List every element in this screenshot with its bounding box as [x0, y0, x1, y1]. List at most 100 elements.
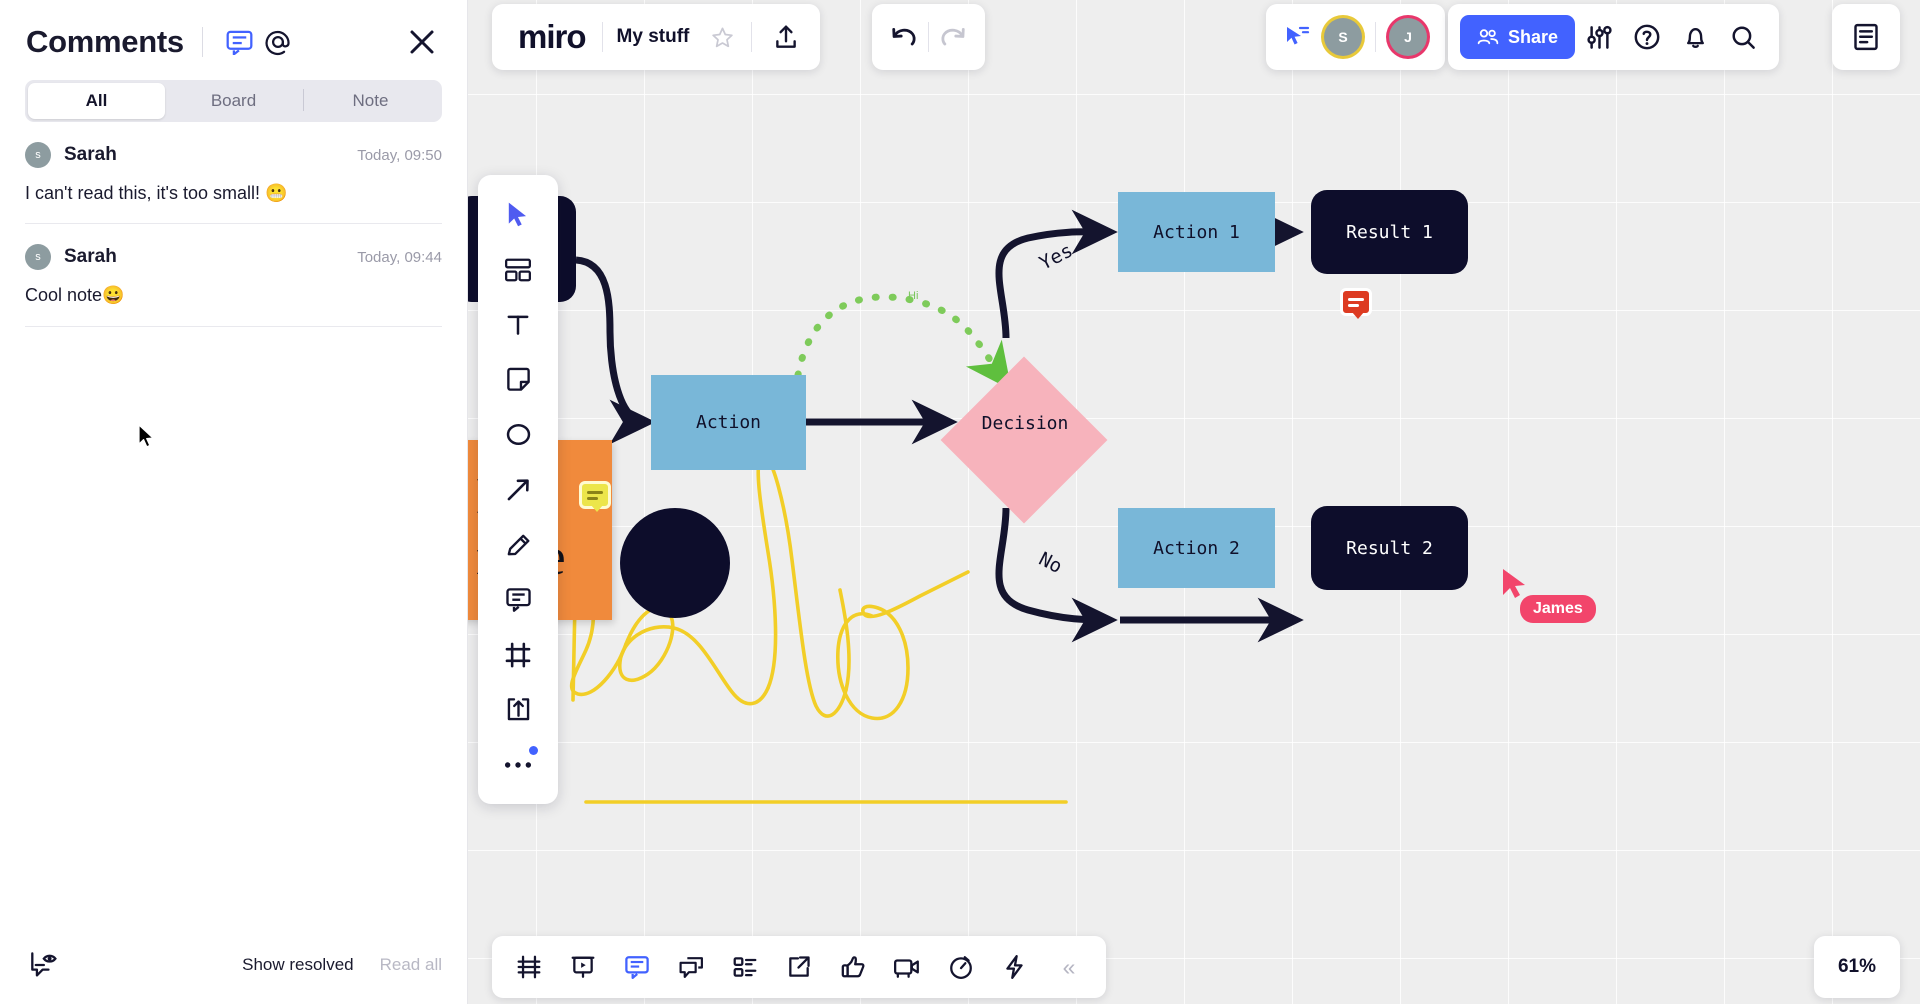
- document-icon[interactable]: [1842, 13, 1890, 61]
- node-result-1-label: Result 1: [1346, 221, 1433, 243]
- miro-logo[interactable]: miro: [502, 18, 602, 56]
- comment-timestamp: Today, 09:44: [357, 248, 442, 266]
- upload-tool[interactable]: [490, 682, 546, 737]
- share-label: Share: [1508, 26, 1559, 47]
- comment-visibility-icon[interactable]: [26, 946, 64, 984]
- sticky-note-tool[interactable]: [490, 352, 546, 407]
- follow-cursor-icon[interactable]: [1278, 13, 1318, 61]
- actions-bar: Share: [1448, 4, 1780, 70]
- search-icon[interactable]: [1719, 13, 1767, 61]
- node-result-2[interactable]: Result 2: [1311, 506, 1468, 590]
- node-result-1[interactable]: Result 1: [1311, 190, 1468, 274]
- comment-item[interactable]: s Sarah Today, 09:50 I can't read this, …: [25, 122, 442, 225]
- comments-panel: Comments All Board Note s Sarah Today, 0…: [0, 0, 468, 1004]
- board-title[interactable]: My stuff: [603, 26, 704, 48]
- node-action-2[interactable]: Action 2: [1118, 508, 1275, 588]
- collaborator-cursor-james: [1503, 569, 1525, 598]
- shape-circle[interactable]: [620, 508, 730, 618]
- board-connectors: [555, 209, 1304, 804]
- close-icon[interactable]: [403, 23, 441, 61]
- upload-icon[interactable]: [762, 13, 810, 61]
- pen-tool[interactable]: [490, 517, 546, 572]
- edge-hi-dotted: [794, 293, 1012, 391]
- comment-item[interactable]: s Sarah Today, 09:44 Cool note😀: [25, 224, 442, 327]
- redo-icon[interactable]: [929, 13, 977, 61]
- comments-footer: Show resolved Read all: [0, 926, 468, 1004]
- help-icon[interactable]: [1623, 13, 1671, 61]
- comment-body: I can't read this, it's too small! 😬: [25, 183, 288, 203]
- page-title: Comments: [26, 24, 184, 59]
- divider: [1375, 22, 1376, 52]
- node-decision-label: Decision: [981, 412, 1069, 434]
- sliders-icon[interactable]: [1575, 13, 1623, 61]
- mouse-cursor: [138, 424, 154, 448]
- avatar-s[interactable]: S: [1324, 18, 1362, 56]
- comment-author: Sarah: [64, 246, 117, 268]
- presentation-icon[interactable]: [556, 940, 610, 994]
- comment-filter-icon[interactable]: [221, 23, 259, 61]
- comments-icon[interactable]: [610, 940, 664, 994]
- doodle-hello: [555, 454, 1068, 804]
- shapes-tool[interactable]: [490, 407, 546, 462]
- share-people-icon: [1477, 29, 1499, 45]
- connector-tool[interactable]: [490, 462, 546, 517]
- tab-all[interactable]: All: [28, 83, 165, 119]
- avatar-j[interactable]: J: [1389, 18, 1427, 56]
- board-canvas[interactable]: Begin Action Decision Action 1 Result 1 …: [468, 0, 1920, 1004]
- comments-filter-tabs: All Board Note: [25, 80, 442, 122]
- share-button[interactable]: Share: [1460, 15, 1576, 59]
- bell-icon[interactable]: [1671, 13, 1719, 61]
- node-action[interactable]: Action: [651, 375, 806, 470]
- show-resolved-button[interactable]: Show resolved: [242, 955, 354, 975]
- comments-header: Comments: [0, 0, 467, 74]
- star-icon[interactable]: [703, 13, 741, 61]
- tab-board[interactable]: Board: [165, 83, 302, 119]
- more-tools-badge: [529, 746, 538, 755]
- presence-bar: S J: [1266, 4, 1445, 70]
- tab-note[interactable]: Note: [302, 83, 439, 119]
- sticky-comment-pin[interactable]: [579, 481, 611, 512]
- quick-actions-icon[interactable]: [988, 940, 1042, 994]
- frame-tool[interactable]: [490, 627, 546, 682]
- cursor-tool[interactable]: [490, 187, 546, 242]
- comment-icon: [1348, 297, 1364, 307]
- collapse-icon[interactable]: «: [1042, 940, 1096, 994]
- node-action-1[interactable]: Action 1: [1118, 192, 1275, 272]
- more-tools[interactable]: [490, 737, 546, 792]
- divider: [201, 27, 203, 57]
- export-icon[interactable]: [772, 940, 826, 994]
- zoom-level-button[interactable]: 61%: [1814, 936, 1900, 998]
- edge-label-hi: Hi: [908, 290, 919, 302]
- comment-icon: [587, 490, 603, 500]
- brand-bar: miro My stuff: [492, 4, 821, 70]
- miro-board-app: Begin Action Decision Action 1 Result 1 …: [0, 0, 1920, 1004]
- comments-list: s Sarah Today, 09:50 I can't read this, …: [0, 122, 467, 327]
- collaborator-name-james: James: [1520, 595, 1596, 623]
- comment-author: Sarah: [64, 144, 117, 165]
- edge-begin-action: [575, 256, 656, 445]
- video-icon[interactable]: [880, 940, 934, 994]
- node-result-2-label: Result 2: [1346, 537, 1433, 559]
- list-icon[interactable]: [718, 940, 772, 994]
- bottom-toolbar: «: [492, 936, 1106, 998]
- avatar: s: [25, 142, 51, 168]
- templates-tool[interactable]: [490, 242, 546, 297]
- undo-redo-bar: [872, 4, 985, 70]
- comment-timestamp: Today, 09:50: [357, 146, 442, 164]
- frames-icon[interactable]: [502, 940, 556, 994]
- avatar: s: [25, 244, 51, 271]
- zoom-level-label: 61%: [1837, 956, 1877, 977]
- read-all-button[interactable]: Read all: [380, 955, 442, 975]
- timer-icon[interactable]: [934, 940, 988, 994]
- mentions-at-icon[interactable]: [259, 23, 297, 61]
- divider: [751, 22, 753, 52]
- chat-icon[interactable]: [664, 940, 718, 994]
- creation-toolbar: [478, 175, 558, 804]
- node-action-1-label: Action 1: [1153, 221, 1240, 243]
- comment-tool[interactable]: [490, 572, 546, 627]
- undo-icon[interactable]: [880, 13, 928, 61]
- reaction-icon[interactable]: [826, 940, 880, 994]
- text-tool[interactable]: [490, 297, 546, 352]
- node-action-label: Action: [695, 412, 762, 433]
- board-comment-pin[interactable]: [1340, 288, 1372, 319]
